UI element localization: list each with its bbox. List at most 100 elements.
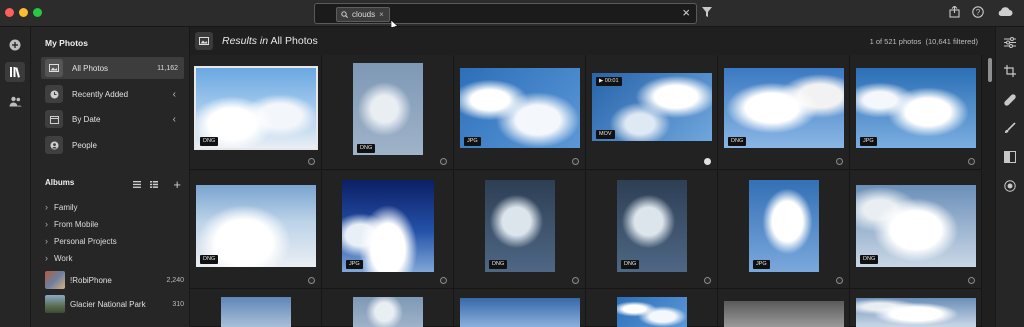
file-type-badge: JPG [753,260,770,269]
search-input[interactable]: clouds × × [314,3,697,24]
album-folder-work[interactable]: › Work [45,253,73,263]
detail-view-icon[interactable] [150,181,159,188]
toggle-panel-button[interactable] [195,32,213,50]
results-header: Results in All Photos 1 of 521 photos (1… [190,27,994,55]
grid-cell[interactable] [850,289,982,327]
grid-cell[interactable]: DNG [718,55,850,170]
photo-thumbnail[interactable] [724,68,844,148]
scrollbar-thumb[interactable] [988,58,992,82]
people-button[interactable] [5,91,25,111]
photo-thumbnail[interactable] [342,180,434,272]
grid-cell[interactable]: DNG [850,171,982,289]
grid-cell[interactable] [322,289,454,327]
clear-search-button[interactable]: × [682,5,690,20]
grid-cell[interactable]: JPG [718,171,850,289]
album-glacier-national-park[interactable]: Glacier National Park 310 [45,295,184,313]
grid-cell[interactable]: DNG [322,55,454,170]
file-type-badge: JPG [860,137,877,146]
albums-heading: Albums [45,178,75,187]
list-view-icon[interactable] [133,181,142,188]
edit-sliders-icon[interactable] [1004,37,1016,48]
video-duration-badge: ▶ 00:01 [596,77,622,86]
minimize-window-button[interactable] [19,8,28,17]
chevron-right-icon: › [45,236,48,246]
photo-thumbnail[interactable] [856,68,976,148]
sidebar-item-all-photos[interactable]: All Photos 11,162 [41,57,184,79]
sync-status-icon [308,158,315,165]
grid-cell[interactable]: JPG [322,171,454,289]
album-folder-from-mobile[interactable]: › From Mobile [45,219,98,229]
chevron-left-icon[interactable]: ‹ [173,89,176,100]
grid-cell[interactable]: DNG [586,171,718,289]
album-label: Family [54,202,78,212]
photo-thumbnail[interactable] [485,180,555,272]
file-type-badge: DNG [860,255,879,264]
add-album-icon[interactable]: + [173,178,181,191]
sync-status-icon [968,277,975,284]
photo-thumbnail[interactable] [353,297,423,327]
chevron-left-icon[interactable]: ‹ [173,114,176,125]
library-button[interactable] [5,62,25,82]
photo-count: 11,162 [157,64,178,72]
filter-icon[interactable] [702,7,712,17]
linear-gradient-icon[interactable] [1004,151,1016,163]
sync-status-icon [440,277,447,284]
chevron-right-icon: › [45,219,48,229]
remove-token-button[interactable]: × [379,8,384,21]
album-count: 2,240 [166,276,184,284]
photo-thumbnail[interactable] [460,298,580,327]
chevron-right-icon: › [45,202,48,212]
healing-bandage-icon[interactable] [1004,94,1016,106]
album-label: Glacier National Park [70,299,146,309]
plus-circle-icon [9,39,21,51]
file-type-badge: DNG [489,260,508,269]
grid-cell[interactable] [586,289,718,327]
share-icon[interactable] [949,6,960,18]
file-type-badge: DNG [200,255,219,264]
results-title-scope: All Photos [270,35,318,47]
library-icon [10,67,20,78]
search-token-clouds[interactable]: clouds × [336,7,390,22]
grid-cell[interactable] [454,289,586,327]
grid-cell[interactable]: ▶ 00:01 MOV [586,55,718,170]
people-icon [9,96,22,106]
grid-cell[interactable]: DNG [190,171,322,289]
cloud-sync-icon[interactable] [997,6,1013,17]
grid-cell[interactable] [190,289,322,327]
sidebar-item-by-date[interactable]: By Date ‹ [41,108,184,130]
photo-thumbnail[interactable] [856,298,976,327]
album-folder-personal-projects[interactable]: › Personal Projects [45,236,117,246]
left-rail [0,27,31,327]
sidebar-item-recently-added[interactable]: Recently Added ‹ [41,83,184,105]
search-icon [341,11,348,18]
chevron-right-icon: › [45,253,48,263]
photo-thumbnail[interactable] [724,301,844,327]
close-window-button[interactable] [5,8,14,17]
photo-thumbnail[interactable] [617,297,687,327]
file-type-badge: MOV [596,130,615,139]
album-folder-family[interactable]: › Family [45,202,78,212]
brush-icon[interactable] [1004,122,1016,134]
album-label: !RobiPhone [70,275,112,285]
grid-cell[interactable]: DNG [190,55,322,170]
grid-cell[interactable] [718,289,850,327]
sidebar-item-people[interactable]: People [41,134,184,156]
photo-thumbnail[interactable] [617,180,687,272]
sync-status-icon [572,277,579,284]
photo-thumbnail[interactable] [460,68,580,148]
sync-status-icon [836,158,843,165]
add-photos-button[interactable] [5,35,25,55]
grid-cell[interactable]: DNG [454,171,586,289]
album-robiphone[interactable]: !RobiPhone 2,240 [45,271,184,289]
crop-rotate-icon[interactable] [1004,65,1016,77]
sync-status-icon [968,158,975,165]
photo-thumbnail[interactable] [221,297,291,327]
photo-thumbnail[interactable] [194,66,318,150]
zoom-window-button[interactable] [33,8,42,17]
help-icon[interactable]: ? [972,6,984,18]
radial-gradient-icon[interactable] [1004,180,1016,192]
photo-thumbnail[interactable] [353,63,423,155]
photo-thumbnail[interactable] [749,180,819,272]
grid-cell[interactable]: JPG [454,55,586,170]
grid-cell[interactable]: JPG [850,55,982,170]
